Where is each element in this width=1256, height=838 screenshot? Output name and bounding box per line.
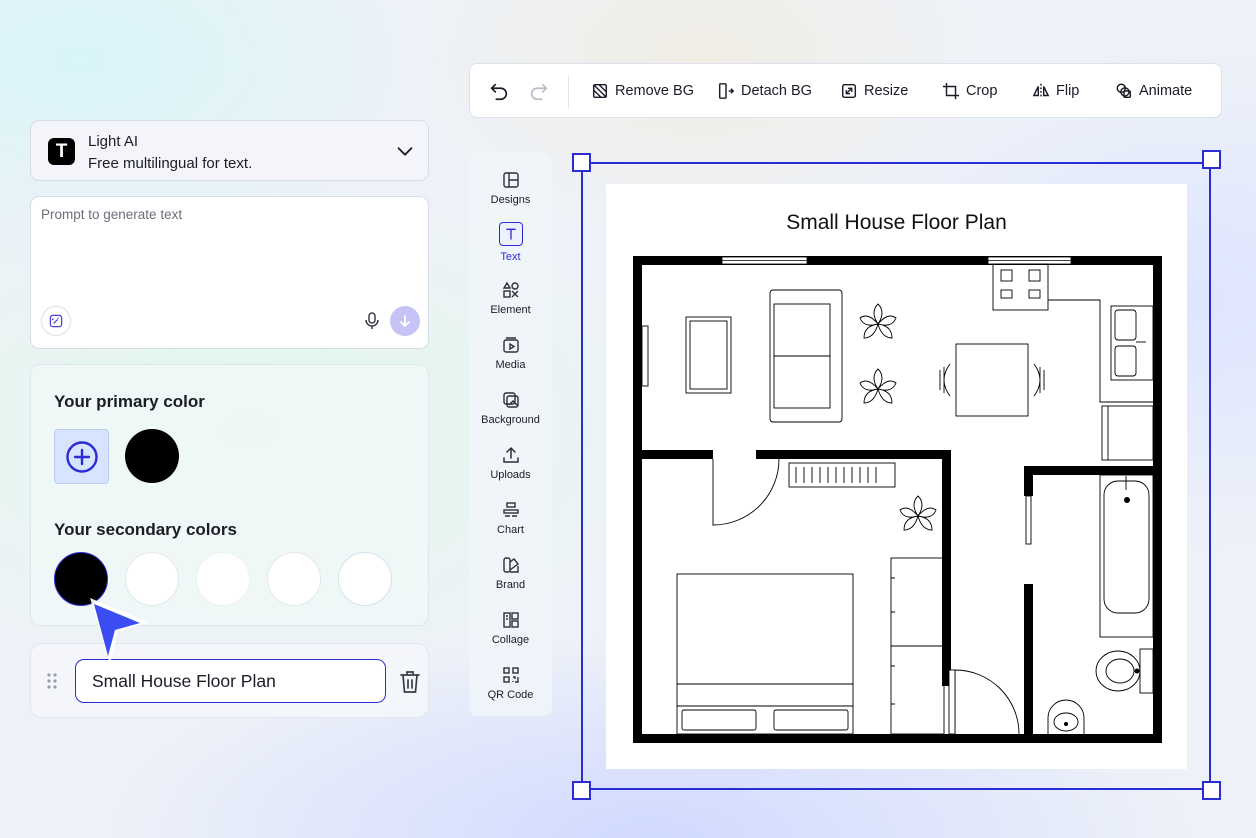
detach-bg-icon <box>718 83 735 99</box>
sidebar-item-media[interactable]: Media <box>469 336 552 386</box>
flip-label: Flip <box>1056 83 1080 99</box>
magic-edit-icon <box>49 314 63 328</box>
ai-enhance-button[interactable] <box>41 306 71 336</box>
sidebar-item-designs[interactable]: Designs <box>469 171 552 221</box>
floor-plan-title: Small House Floor Plan <box>786 211 1007 234</box>
resize-handle-top-right[interactable] <box>1202 150 1221 169</box>
remove-bg-label: Remove BG <box>615 83 694 99</box>
brand-icon <box>502 557 519 573</box>
sidebar-item-qr-code[interactable]: QR Code <box>469 666 552 716</box>
resize-handle-bottom-right[interactable] <box>1202 781 1221 800</box>
crop-label: Crop <box>966 83 998 99</box>
qr-code-icon <box>502 667 519 683</box>
sidebar-item-chart[interactable]: Chart <box>469 501 552 551</box>
model-logo-icon: T <box>48 138 75 165</box>
collage-icon <box>502 612 519 628</box>
trash-icon[interactable] <box>399 670 421 694</box>
remove-bg-icon <box>592 83 608 99</box>
secondary-colors-title: Your secondary colors <box>54 520 237 539</box>
sidebar-item-label: Collage <box>491 634 530 646</box>
sidebar-item-label: Element <box>490 304 531 316</box>
microphone-icon[interactable] <box>364 312 380 330</box>
designs-icon <box>502 172 519 188</box>
resize-icon <box>841 83 857 99</box>
sidebar-item-label: Background <box>481 414 540 426</box>
background-icon <box>502 392 519 408</box>
secondary-color-swatch[interactable] <box>338 552 392 606</box>
flip-icon <box>1032 83 1050 99</box>
resize-handle-bottom-left[interactable] <box>572 781 591 800</box>
sidebar-item-label: Uploads <box>490 469 531 481</box>
flip-button[interactable]: Flip <box>1032 77 1079 105</box>
detach-bg-button[interactable]: Detach BG <box>717 77 812 105</box>
primary-color-title: Your primary color <box>54 392 205 411</box>
model-name: Light AI <box>88 133 139 150</box>
tools-sidebar: Designs Text Element Media Background Up… <box>469 153 552 716</box>
uploads-icon <box>502 446 519 463</box>
remove-bg-button[interactable]: Remove BG <box>591 77 694 105</box>
plus-circle-icon <box>65 440 98 473</box>
sidebar-item-label: Text <box>500 251 521 263</box>
floor-plan-image[interactable]: Small House Floor Plan <box>606 184 1187 769</box>
sidebar-item-label: Designs <box>490 194 531 206</box>
animate-label: Animate <box>1139 83 1193 99</box>
resize-handle-top-left[interactable] <box>572 153 591 172</box>
secondary-color-swatch[interactable] <box>196 552 250 606</box>
add-color-button[interactable] <box>54 429 109 484</box>
sidebar-item-label: QR Code <box>487 689 534 701</box>
text-icon <box>505 228 516 240</box>
sidebar-item-element[interactable]: Element <box>469 281 552 331</box>
floor-plan-drawing <box>633 256 1162 743</box>
sidebar-item-text[interactable]: Text <box>469 222 552 276</box>
sidebar-item-label: Chart <box>497 524 524 536</box>
prompt-placeholder: Prompt to generate text <box>41 207 183 222</box>
detach-bg-label: Detach BG <box>741 83 812 99</box>
prompt-input[interactable]: Prompt to generate text <box>30 196 429 349</box>
model-description: Free multilingual for text. <box>88 155 253 172</box>
secondary-color-swatch[interactable] <box>267 552 321 606</box>
drag-handle-icon[interactable] <box>46 672 58 690</box>
animate-button[interactable]: Animate <box>1115 77 1192 105</box>
crop-icon <box>942 82 960 100</box>
sidebar-item-brand[interactable]: Brand <box>469 556 552 606</box>
toolbar-divider <box>568 76 569 108</box>
element-icon <box>502 281 519 298</box>
brand-colors-panel: Your primary color Your secondary colors <box>30 364 429 626</box>
sidebar-item-background[interactable]: Background <box>469 391 552 441</box>
crop-button[interactable]: Crop <box>942 77 997 105</box>
model-selector[interactable]: T Light AI Free multilingual for text. <box>30 120 429 181</box>
chevron-down-icon[interactable] <box>394 140 416 162</box>
top-toolbar: Remove BG Detach BG Resize Crop Flip Ani… <box>469 63 1222 118</box>
chart-icon <box>502 502 519 517</box>
undo-icon[interactable] <box>488 80 510 102</box>
sidebar-item-collage[interactable]: Collage <box>469 611 552 661</box>
sidebar-item-label: Brand <box>495 579 526 591</box>
sidebar-item-label: Media <box>495 359 526 371</box>
generate-button[interactable] <box>390 306 420 336</box>
cursor-pointer-icon <box>90 598 148 664</box>
animate-icon <box>1116 83 1132 99</box>
redo-icon[interactable] <box>528 80 550 102</box>
resize-label: Resize <box>864 83 909 99</box>
arrow-down-icon <box>400 315 410 328</box>
sidebar-item-uploads[interactable]: Uploads <box>469 446 552 496</box>
resize-button[interactable]: Resize <box>840 77 908 105</box>
primary-color-swatch[interactable] <box>125 429 179 483</box>
media-icon <box>502 337 519 353</box>
